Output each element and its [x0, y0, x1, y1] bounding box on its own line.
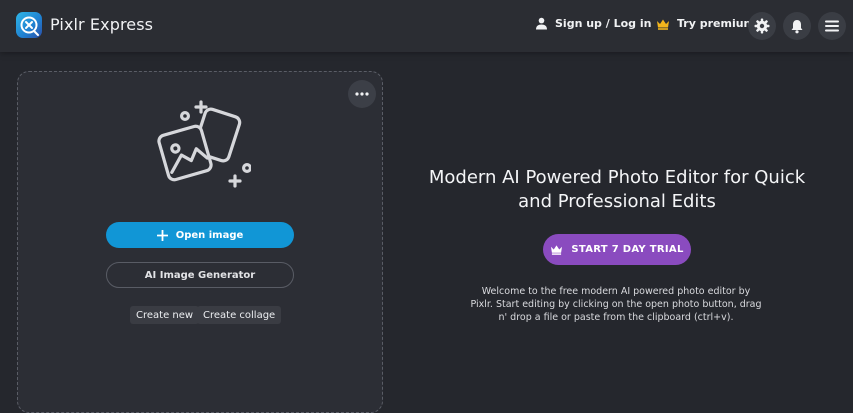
- start-trial-button[interactable]: START 7 DAY TRIAL: [543, 234, 691, 265]
- start-trial-label: START 7 DAY TRIAL: [571, 244, 684, 255]
- main-menu-button[interactable]: [818, 12, 846, 40]
- crown-icon: [551, 245, 563, 255]
- more-options-button[interactable]: [348, 80, 376, 108]
- hamburger-menu-icon: [825, 20, 839, 32]
- plus-icon: [156, 229, 168, 241]
- sign-up-login-label: Sign up / Log in: [555, 17, 652, 30]
- create-new-button[interactable]: Create new: [130, 306, 200, 324]
- open-image-button[interactable]: Open image: [106, 222, 294, 248]
- settings-button[interactable]: [748, 12, 776, 40]
- more-horizontal-icon: [355, 92, 369, 96]
- user-icon: [536, 17, 547, 30]
- ai-image-generator-label: AI Image Generator: [144, 269, 256, 281]
- crown-icon: [657, 19, 669, 30]
- promo-description: Welcome to the free modern AI powered ph…: [470, 286, 762, 323]
- pixlr-logo-icon[interactable]: [16, 12, 42, 38]
- create-new-label: Create new: [136, 309, 194, 321]
- app-title[interactable]: Pixlr Express: [50, 15, 153, 34]
- ai-image-generator-button[interactable]: AI Image Generator: [106, 262, 294, 288]
- open-image-panel: Open image AI Image Generator Create new…: [17, 71, 383, 413]
- promo-headline: Modern AI Powered Photo Editor for Quick…: [428, 167, 806, 212]
- try-premium-label: Try premium: [677, 17, 756, 30]
- photos-icon: [157, 100, 251, 188]
- sign-up-login-link[interactable]: Sign up / Log in: [535, 17, 651, 30]
- notifications-button[interactable]: [783, 12, 811, 40]
- create-collage-label: Create collage: [203, 309, 276, 321]
- open-image-label: Open image: [175, 229, 244, 241]
- try-premium-link[interactable]: Try premium: [656, 17, 755, 30]
- create-collage-button[interactable]: Create collage: [197, 306, 282, 324]
- top-bar: Pixlr Express Sign up / Log in Try premi…: [0, 0, 853, 52]
- bell-icon: [791, 19, 803, 33]
- gear-icon: [754, 18, 770, 34]
